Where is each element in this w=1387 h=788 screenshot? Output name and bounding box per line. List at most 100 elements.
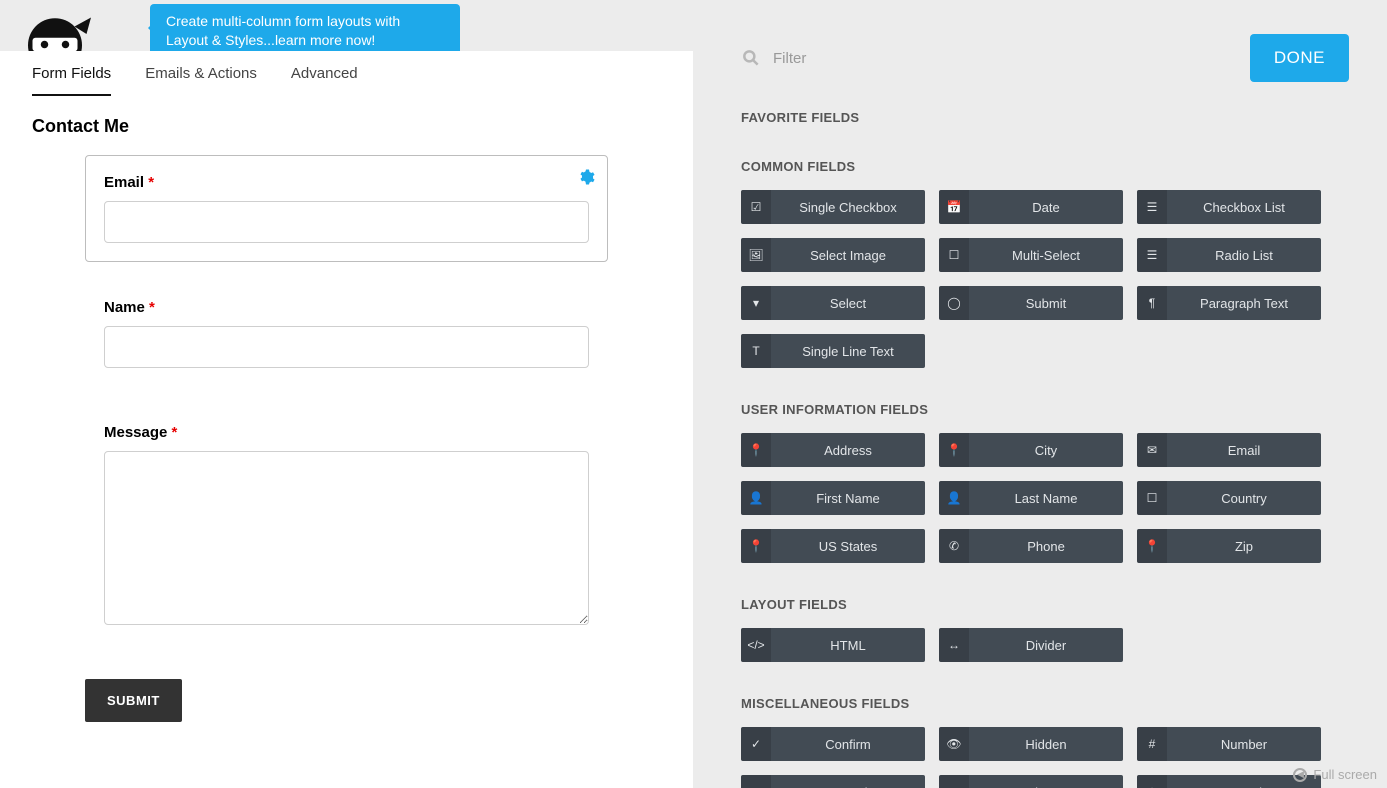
- field-chip-icon: ↔: [939, 628, 969, 662]
- field-chip-icon: 👤: [741, 481, 771, 515]
- field-chip-icon: ⊘: [939, 775, 969, 788]
- field-chip[interactable]: ⊘Anti-Spam: [939, 775, 1123, 788]
- field-chip[interactable]: ☐Multi-Select: [939, 238, 1123, 272]
- field-chip[interactable]: 📍US States: [741, 529, 925, 563]
- field-chip[interactable]: 🖼Select Image: [741, 238, 925, 272]
- field-chip-icon: 📍: [939, 433, 969, 467]
- field-chip-label: Single Checkbox: [771, 200, 925, 215]
- done-button[interactable]: DONE: [1250, 34, 1349, 82]
- field-chip-icon: ✓: [741, 727, 771, 761]
- tab-emails-actions[interactable]: Emails & Actions: [145, 65, 257, 96]
- field-chip-label: First Name: [771, 491, 925, 506]
- field-chip[interactable]: ¶Paragraph Text: [1137, 286, 1321, 320]
- fullscreen-toggle[interactable]: ◀ Full screen: [1293, 767, 1377, 782]
- field-chip[interactable]: #Number: [1137, 727, 1321, 761]
- field-chip[interactable]: ✉Email: [1137, 433, 1321, 467]
- field-message[interactable]: Message *: [85, 405, 608, 649]
- field-chip-icon: ★: [1137, 775, 1167, 788]
- field-chip[interactable]: 👁Hidden: [939, 727, 1123, 761]
- field-chip-label: Hidden: [969, 737, 1123, 752]
- builder-tabs: Form Fields Emails & Actions Advanced: [0, 51, 693, 96]
- filter-input[interactable]: [771, 49, 974, 68]
- field-chip[interactable]: ☰Radio List: [1137, 238, 1321, 272]
- field-chip-icon: ✆: [939, 529, 969, 563]
- field-chip[interactable]: ☰Checkbox List: [1137, 190, 1321, 224]
- field-chip[interactable]: ✆Phone: [939, 529, 1123, 563]
- field-chip-icon: ☐: [939, 238, 969, 272]
- field-chip[interactable]: ◯Submit: [939, 286, 1123, 320]
- field-name[interactable]: Name *: [85, 280, 608, 387]
- promo-tooltip[interactable]: Create multi-column form layouts with La…: [150, 4, 460, 58]
- field-chip-label: Address: [771, 443, 925, 458]
- field-chip[interactable]: ☐Country: [1137, 481, 1321, 515]
- filter-search: [741, 48, 974, 68]
- field-chip-label: Country: [1167, 491, 1321, 506]
- section-title-favorite: FAVORITE FIELDS: [741, 110, 1349, 125]
- field-chip[interactable]: 📍Zip: [1137, 529, 1321, 563]
- field-chip-icon: 📅: [939, 190, 969, 224]
- field-chip-label: Select Image: [771, 248, 925, 263]
- field-label-name: Name *: [104, 299, 589, 316]
- field-chip-label: Checkbox List: [1167, 200, 1321, 215]
- field-palette-panel: DONE FAVORITE FIELDS COMMON FIELDS ☑Sing…: [693, 0, 1387, 788]
- message-textarea[interactable]: [104, 451, 589, 625]
- chevron-left-icon: ◀: [1293, 768, 1307, 782]
- submit-button[interactable]: SUBMIT: [85, 679, 182, 722]
- grid-misc: ✓Confirm 👁Hidden #Number ▼Recaptcha ⊘Anti-Sp…: [741, 727, 1349, 788]
- name-input[interactable]: [104, 326, 589, 368]
- section-title-layout: LAYOUT FIELDS: [741, 597, 1349, 612]
- field-chip[interactable]: </>HTML: [741, 628, 925, 662]
- field-chip-label: Recaptcha: [771, 785, 925, 788]
- form-title[interactable]: Contact Me: [32, 116, 661, 137]
- field-chip[interactable]: 📍Address: [741, 433, 925, 467]
- fullscreen-label: Full screen: [1313, 767, 1377, 782]
- field-chip-label: Divider: [969, 638, 1123, 653]
- field-chip[interactable]: ↔Divider: [939, 628, 1123, 662]
- field-chip-icon: 👤: [939, 481, 969, 515]
- field-chip-label: HTML: [771, 638, 925, 653]
- field-chip[interactable]: ▾Select: [741, 286, 925, 320]
- field-chip-icon: </>: [741, 628, 771, 662]
- tab-advanced[interactable]: Advanced: [291, 65, 358, 96]
- field-chip[interactable]: ▼Recaptcha: [741, 775, 925, 788]
- gear-icon[interactable]: [577, 168, 595, 191]
- field-chip-label: City: [969, 443, 1123, 458]
- field-chip-label: Email: [1167, 443, 1321, 458]
- field-chip-icon: 📍: [741, 529, 771, 563]
- field-chip-label: Last Name: [969, 491, 1123, 506]
- field-chip-icon: ▼: [741, 775, 771, 788]
- field-chip-icon: ☐: [1137, 481, 1167, 515]
- search-icon: [741, 48, 761, 68]
- field-chip-label: Paragraph Text: [1167, 296, 1321, 311]
- form-builder-panel: Form Fields Emails & Actions Advanced Co…: [0, 51, 693, 788]
- field-chip[interactable]: ☑Single Checkbox: [741, 190, 925, 224]
- field-chip-label: Multi-Select: [969, 248, 1123, 263]
- field-chip-label: Date: [969, 200, 1123, 215]
- field-email[interactable]: Email *: [85, 155, 608, 262]
- tab-form-fields[interactable]: Form Fields: [32, 65, 111, 96]
- field-chip[interactable]: 👤First Name: [741, 481, 925, 515]
- field-label-email: Email *: [104, 174, 589, 191]
- field-chip-label: Confirm: [771, 737, 925, 752]
- field-chip-label: Anti-Spam: [969, 785, 1123, 788]
- field-chip-icon: 📍: [741, 433, 771, 467]
- field-chip[interactable]: 📍City: [939, 433, 1123, 467]
- grid-layout: </>HTML ↔Divider: [741, 628, 1349, 662]
- field-chip-label: Phone: [969, 539, 1123, 554]
- field-chip[interactable]: ✓Confirm: [741, 727, 925, 761]
- field-chip-icon: ▾: [741, 286, 771, 320]
- field-chip-label: Submit: [969, 296, 1123, 311]
- section-title-user: USER INFORMATION FIELDS: [741, 402, 1349, 417]
- field-chip-label: Star Rating: [1167, 785, 1321, 788]
- field-chip[interactable]: 👤Last Name: [939, 481, 1123, 515]
- field-chip-label: Number: [1167, 737, 1321, 752]
- field-chip-label: Single Line Text: [771, 344, 925, 359]
- field-chip-icon: 📍: [1137, 529, 1167, 563]
- field-chip-icon: ¶: [1137, 286, 1167, 320]
- email-input[interactable]: [104, 201, 589, 243]
- field-chip[interactable]: 📅Date: [939, 190, 1123, 224]
- field-chip-icon: 🖼: [741, 238, 771, 272]
- field-chip-icon: ☰: [1137, 238, 1167, 272]
- field-chip[interactable]: TSingle Line Text: [741, 334, 925, 368]
- field-chip-icon: ✉: [1137, 433, 1167, 467]
